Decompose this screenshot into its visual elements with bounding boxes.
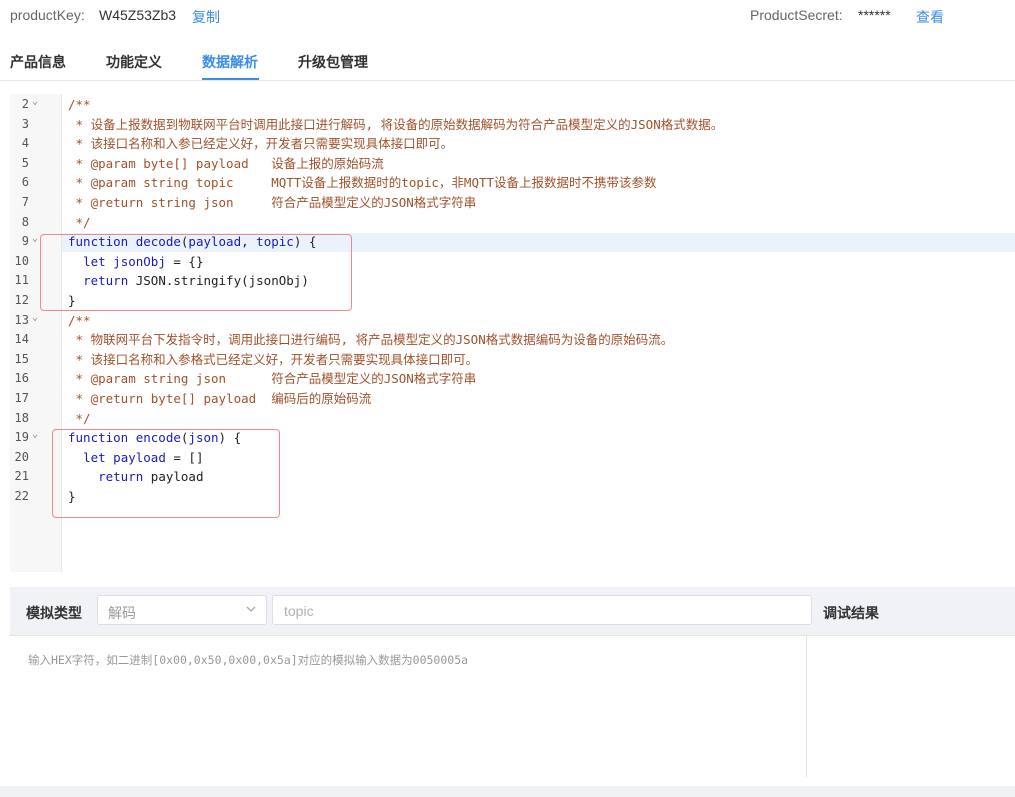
simulation-type-label: 模拟类型: [26, 605, 82, 621]
code-text: * 该接口名称和入参格式已经定义好，开发者只需要实现具体接口即可。: [68, 350, 479, 370]
code-text: * 物联网平台下发指令时，调用此接口进行编码, 将产品模型定义的JSON格式数据…: [68, 330, 674, 350]
code-line: 17 * @return byte[] payload 编码后的原始码流: [10, 389, 1015, 409]
line-number: 16: [14, 371, 29, 386]
line-number: 9: [21, 234, 29, 249]
code-line: 2 ⌄ /**: [10, 95, 1015, 115]
decode-function-highlight-box: [40, 234, 352, 311]
fold-toggle-icon[interactable]: ⌄: [32, 94, 38, 112]
simulation-bar: 模拟类型 解码 topic 调试结果: [10, 587, 1015, 636]
topic-input[interactable]: topic: [272, 595, 812, 625]
code-token: * @return byte[] payload 编码后的原始码流: [68, 391, 372, 406]
code-text: * @return string json 符合产品模型定义的JSON格式字符串: [68, 193, 477, 213]
code-text: * 该接口名称和入参已经定义好，开发者只需要实现具体接口即可。: [68, 134, 454, 154]
hex-input-textarea[interactable]: 输入HEX字符，如二进制[0x00,0x50,0x00,0x5a]对应的模拟输入…: [10, 636, 807, 777]
topic-placeholder: topic: [284, 603, 314, 619]
copy-link[interactable]: 复制: [192, 7, 220, 27]
code-token: * @return string json 符合产品模型定义的JSON格式字符串: [68, 195, 477, 210]
line-number: 2: [21, 97, 29, 111]
code-line: 7 * @return string json 符合产品模型定义的JSON格式字…: [10, 193, 1015, 213]
line-number: 19: [14, 430, 29, 445]
code-text: * @param byte[] payload 设备上报的原始码流: [68, 154, 384, 174]
code-line: 13 ⌄ /**: [10, 311, 1015, 331]
tab-bar: 产品信息 功能定义 数据解析 升级包管理: [0, 44, 1015, 81]
tab-upgrade-package[interactable]: 升级包管理: [298, 52, 368, 72]
product-key-bar: productKey: W45Z53Zb3 复制 ProductSecret: …: [0, 0, 1015, 32]
code-line: 15 * 该接口名称和入参格式已经定义好，开发者只需要实现具体接口即可。: [10, 350, 1015, 370]
line-number: 6: [21, 175, 29, 190]
line-number: 13: [14, 312, 29, 327]
line-number: 8: [21, 214, 29, 229]
hex-input-placeholder: 输入HEX字符，如二进制[0x00,0x50,0x00,0x5a]对应的模拟输入…: [28, 653, 469, 667]
product-key-value: W45Z53Zb3: [99, 7, 177, 23]
code-token: * @param byte[] payload 设备上报的原始码流: [68, 155, 384, 171]
line-number: 3: [21, 116, 29, 131]
line-number: 10: [14, 253, 29, 268]
code-text: /**: [68, 95, 91, 115]
view-secret-link[interactable]: 查看: [916, 7, 944, 27]
code-text: * @param string json 符合产品模型定义的JSON格式字符串: [68, 369, 477, 389]
code-token: * 设备上报数据到物联网平台时调用此接口进行解码, 将设备的原始数据解码为符合产…: [68, 116, 724, 132]
line-number: 17: [14, 391, 29, 405]
code-text: * 设备上报数据到物联网平台时调用此接口进行解码, 将设备的原始数据解码为符合产…: [68, 115, 724, 135]
line-number: 12: [14, 293, 29, 307]
fold-toggle-icon[interactable]: ⌄: [32, 308, 38, 328]
code-line: 8 */: [10, 213, 1015, 233]
simulation-type-value: 解码: [108, 605, 136, 621]
line-number: 11: [14, 273, 29, 288]
code-line: 4 * 该接口名称和入参已经定义好，开发者只需要实现具体接口即可。: [10, 134, 1015, 154]
code-token: */: [68, 410, 91, 426]
line-number: 14: [14, 332, 29, 347]
code-line: 18 */: [10, 409, 1015, 429]
code-line: 3 * 设备上报数据到物联网平台时调用此接口进行解码, 将设备的原始数据解码为符…: [10, 115, 1015, 135]
tab-data-parsing[interactable]: 数据解析: [202, 52, 258, 72]
line-number: 5: [21, 155, 29, 170]
code-token: /**: [68, 312, 91, 328]
bottom-strip: [0, 786, 1015, 797]
code-token: * @param string json 符合产品模型定义的JSON格式字符串: [68, 371, 477, 387]
tab-function-definition[interactable]: 功能定义: [106, 52, 162, 72]
code-line: 16 * @param string json 符合产品模型定义的JSON格式字…: [10, 369, 1015, 389]
code-line: 14 * 物联网平台下发指令时，调用此接口进行编码, 将产品模型定义的JSON格…: [10, 330, 1015, 350]
line-number: 4: [21, 136, 29, 151]
product-secret-label: ProductSecret:: [750, 7, 843, 23]
code-token: * 该接口名称和入参格式已经定义好，开发者只需要实现具体接口即可。: [68, 351, 479, 367]
simulation-type-select[interactable]: 解码: [97, 595, 267, 625]
code-token: */: [68, 214, 91, 230]
code-token: /**: [68, 97, 91, 112]
product-secret-value: ******: [858, 7, 891, 23]
code-text: /**: [68, 311, 91, 331]
code-token: * 物联网平台下发指令时，调用此接口进行编码, 将产品模型定义的JSON格式数据…: [68, 332, 674, 348]
line-number: 18: [14, 410, 29, 425]
product-key-label: productKey:: [10, 7, 85, 23]
encode-function-highlight-box: [52, 429, 280, 518]
line-number: 22: [14, 489, 29, 503]
line-number: 7: [21, 195, 29, 209]
chevron-down-icon: [246, 606, 256, 612]
debug-result-label: 调试结果: [823, 605, 879, 621]
code-line: 6 * @param string topic MQTT设备上报数据时的topi…: [10, 173, 1015, 193]
fold-toggle-icon[interactable]: ⌄: [32, 425, 38, 445]
code-text: * @return byte[] payload 编码后的原始码流: [68, 389, 372, 409]
code-text: */: [68, 409, 91, 429]
code-line: 5 * @param byte[] payload 设备上报的原始码流: [10, 154, 1015, 174]
debug-result-panel: [807, 636, 1015, 777]
fold-toggle-icon[interactable]: ⌄: [32, 229, 38, 249]
line-number: 20: [14, 449, 29, 464]
line-number: 15: [14, 351, 29, 366]
code-text: */: [68, 213, 91, 233]
line-number: 21: [14, 469, 29, 484]
tab-product-info[interactable]: 产品信息: [10, 52, 66, 72]
active-tab-indicator: [202, 78, 259, 80]
code-token: * @param string topic MQTT设备上报数据时的topic，…: [68, 175, 657, 191]
code-token: * 该接口名称和入参已经定义好，开发者只需要实现具体接口即可。: [68, 136, 454, 152]
code-text: * @param string topic MQTT设备上报数据时的topic，…: [68, 173, 657, 193]
